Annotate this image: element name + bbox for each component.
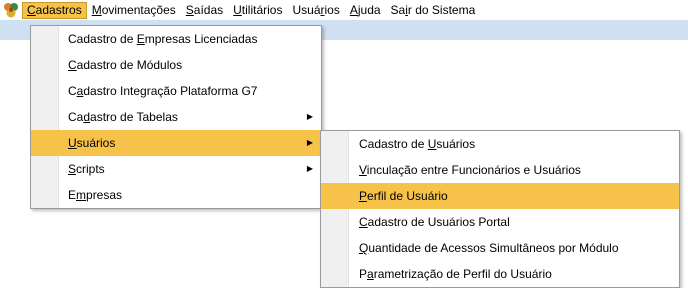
chevron-right-icon: ▶ (306, 164, 313, 173)
menu-saidas[interactable]: Saídas (181, 2, 228, 19)
menu-usuarios[interactable]: Usuários (287, 2, 344, 19)
menu-sair-do-sistema[interactable]: Sair do Sistema (386, 2, 481, 19)
menu-item-empresas-licenciadas[interactable]: Cadastro de Empresas Licenciadas (31, 26, 321, 52)
menu-cadastros[interactable]: Cadastros (22, 1, 87, 19)
menu-item-acessos-simultaneos[interactable]: Quantidade de Acessos Simultâneos por Mó… (321, 235, 679, 261)
menu-item-perfil-usuario[interactable]: Perfil de Usuário (321, 183, 679, 209)
menu-item-cadastro-modulos[interactable]: Cadastro de Módulos (31, 52, 321, 78)
chevron-right-icon: ▶ (306, 138, 313, 147)
app-logo-icon[interactable] (0, 0, 22, 20)
menu-ajuda[interactable]: Ajuda (345, 2, 386, 19)
menu-item-usuarios[interactable]: Usuários ▶ (31, 130, 321, 156)
menu-item-usuarios-portal[interactable]: Cadastro de Usuários Portal (321, 209, 679, 235)
menu-item-empresas[interactable]: Empresas (31, 182, 321, 208)
menu-movimentacoes[interactable]: Movimentações (87, 2, 181, 19)
usuarios-submenu: Cadastro de Usuários Vinculação entre Fu… (320, 130, 680, 288)
chevron-right-icon: ▶ (306, 112, 313, 121)
cadastros-dropdown: Cadastro de Empresas Licenciadas Cadastr… (30, 25, 322, 209)
menu-bar: Cadastros Movimentações Saídas Utilitári… (0, 0, 688, 20)
menu-item-cadastro-usuarios[interactable]: Cadastro de Usuários (321, 131, 679, 157)
menu-item-scripts[interactable]: Scripts ▶ (31, 156, 321, 182)
menu-item-cadastro-tabelas[interactable]: Cadastro de Tabelas ▶ (31, 104, 321, 130)
menu-utilitarios[interactable]: Utilitários (228, 2, 287, 19)
menu-item-parametrizacao-perfil[interactable]: Parametrização de Perfil do Usuário (321, 261, 679, 287)
menu-item-vinculacao[interactable]: Vinculação entre Funcionários e Usuários (321, 157, 679, 183)
menu-item-integracao-g7[interactable]: Cadastro Integração Plataforma G7 (31, 78, 321, 104)
